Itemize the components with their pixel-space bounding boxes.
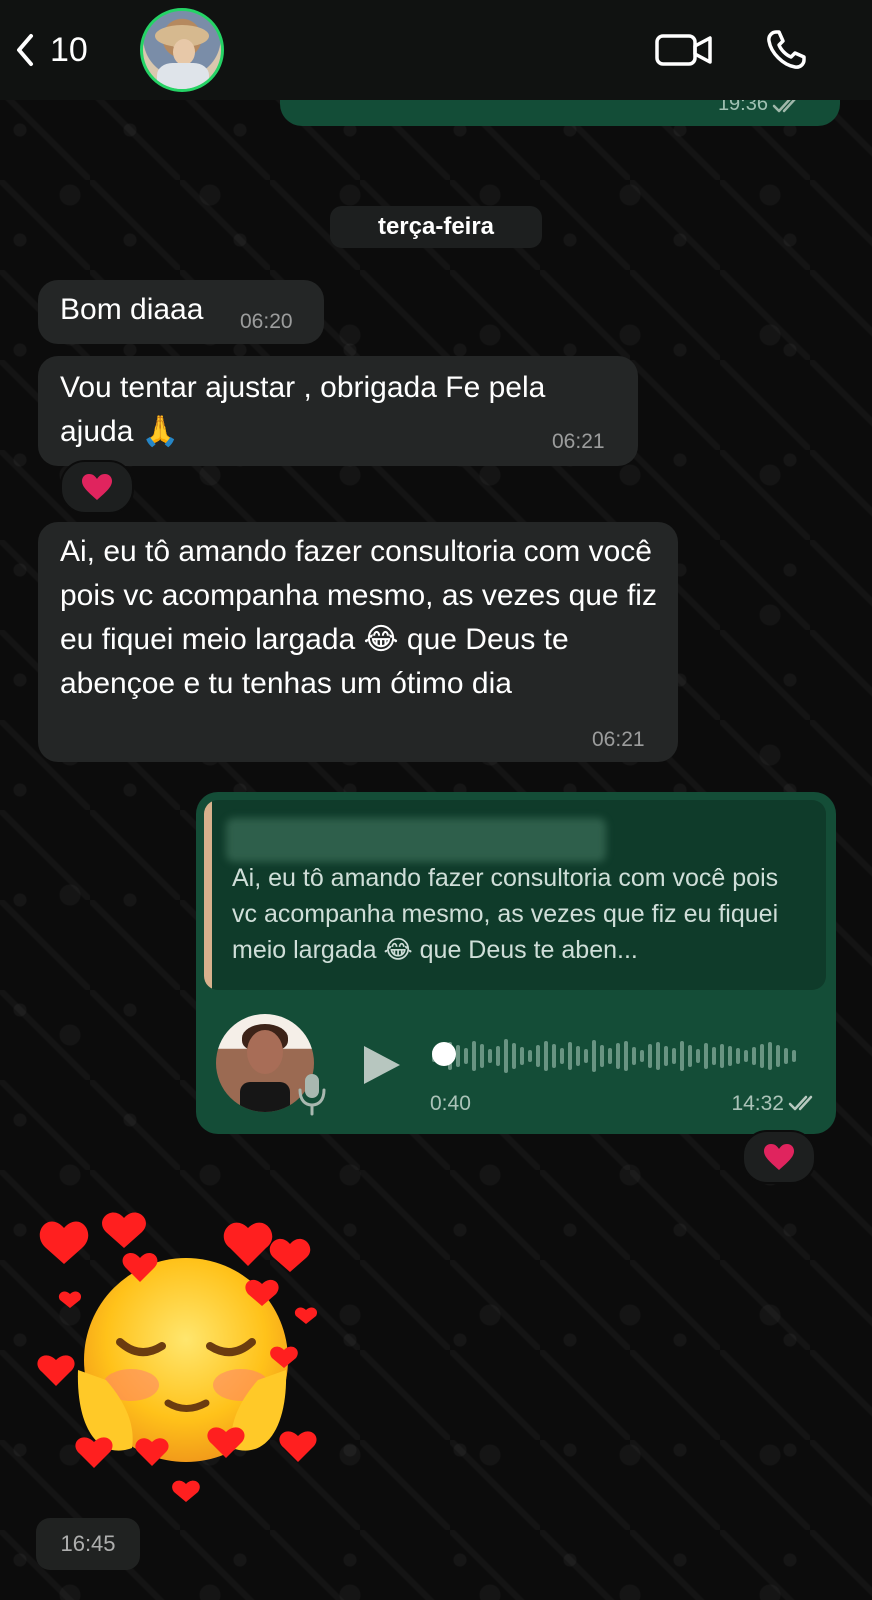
waveform-bar	[664, 1046, 668, 1066]
waveform-bar	[728, 1046, 732, 1066]
waveform-bar	[576, 1046, 580, 1066]
video-camera-icon[interactable]	[654, 28, 714, 72]
waveform-bar	[536, 1045, 540, 1067]
waveform-bar	[672, 1048, 676, 1064]
waveform-bar	[552, 1044, 556, 1068]
message-time: 14:32	[731, 1092, 784, 1115]
blurred-quoted-author	[226, 818, 606, 862]
chat-header: 10	[0, 0, 872, 100]
waveform-bar	[464, 1048, 468, 1064]
microphone-icon	[298, 1074, 326, 1116]
heart-icon	[82, 474, 112, 500]
back-button[interactable]: 10	[16, 26, 88, 74]
waveform-bar	[528, 1050, 532, 1062]
waveform-bar	[520, 1047, 524, 1065]
waveform-bar	[512, 1043, 516, 1069]
waveform-bar	[600, 1045, 604, 1067]
waveform-bar	[776, 1045, 780, 1067]
waveform-bar	[640, 1050, 644, 1062]
waveform-bar	[568, 1042, 572, 1070]
incoming-message[interactable]: Vou tentar ajustar , obrigada Fe pela aj…	[38, 356, 638, 466]
voice-duration: 0:40	[430, 1092, 471, 1115]
waveform-bar	[784, 1048, 788, 1064]
waveform-bar	[624, 1041, 628, 1071]
double-check-icon	[788, 1095, 813, 1111]
waveform-bar	[616, 1043, 620, 1069]
sticker-time: 16:45	[36, 1518, 140, 1570]
waveform-bar	[736, 1048, 740, 1064]
message-text: Bom diaaa	[60, 293, 204, 326]
quoted-text: Ai, eu tô amando fazer consultoria com v…	[232, 864, 779, 964]
blushing-face-sticker[interactable]	[36, 1210, 328, 1510]
waveform-bar	[792, 1050, 796, 1062]
voice-waveform[interactable]	[432, 1034, 796, 1078]
waveform-bar	[544, 1041, 548, 1071]
playback-knob[interactable]	[432, 1042, 456, 1066]
waveform-bar	[760, 1044, 764, 1068]
waveform-bar	[456, 1045, 460, 1067]
waveform-bar	[680, 1041, 684, 1071]
unread-count: 10	[50, 30, 88, 69]
message-text: Ai, eu tô amando fazer consultoria com v…	[60, 535, 657, 700]
play-icon[interactable]	[356, 1040, 406, 1090]
message-text: Vou tentar ajustar , obrigada Fe pela aj…	[60, 371, 546, 448]
waveform-bar	[480, 1044, 484, 1068]
date-separator: terça-feira	[330, 206, 542, 248]
message-reaction[interactable]	[60, 460, 134, 514]
waveform-bar	[720, 1044, 724, 1068]
waveform-bar	[744, 1050, 748, 1062]
waveform-bar	[632, 1047, 636, 1065]
waveform-bar	[696, 1049, 700, 1063]
waveform-bar	[496, 1046, 500, 1066]
message-time: 06:20	[240, 310, 293, 333]
waveform-bar	[752, 1047, 756, 1065]
waveform-bar	[504, 1039, 508, 1073]
waveform-bar	[768, 1042, 772, 1070]
message-time: 06:21	[592, 728, 645, 751]
phone-icon[interactable]	[762, 26, 810, 74]
waveform-bar	[648, 1044, 652, 1068]
waveform-bar	[688, 1045, 692, 1067]
waveform-bar	[712, 1047, 716, 1065]
heart-icon	[764, 1144, 794, 1170]
waveform-bar	[704, 1043, 708, 1069]
waveform-bar	[592, 1040, 596, 1072]
waveform-bar	[488, 1049, 492, 1063]
incoming-message[interactable]: Ai, eu tô amando fazer consultoria com v…	[38, 522, 678, 762]
message-time: 06:21	[552, 430, 605, 453]
waveform-bar	[656, 1042, 660, 1070]
outgoing-voice-message[interactable]: Ai, eu tô amando fazer consultoria com v…	[196, 792, 836, 1134]
chevron-left-icon	[17, 34, 33, 66]
quoted-message[interactable]: Ai, eu tô amando fazer consultoria com v…	[204, 800, 826, 990]
quote-bar	[204, 800, 212, 990]
message-reaction[interactable]	[742, 1130, 816, 1184]
waveform-bar	[560, 1048, 564, 1064]
waveform-bar	[584, 1049, 588, 1063]
contact-avatar[interactable]	[140, 8, 224, 92]
incoming-message[interactable]: Bom diaaa 06:20	[38, 280, 324, 344]
waveform-bar	[472, 1041, 476, 1071]
waveform-bar	[608, 1048, 612, 1064]
